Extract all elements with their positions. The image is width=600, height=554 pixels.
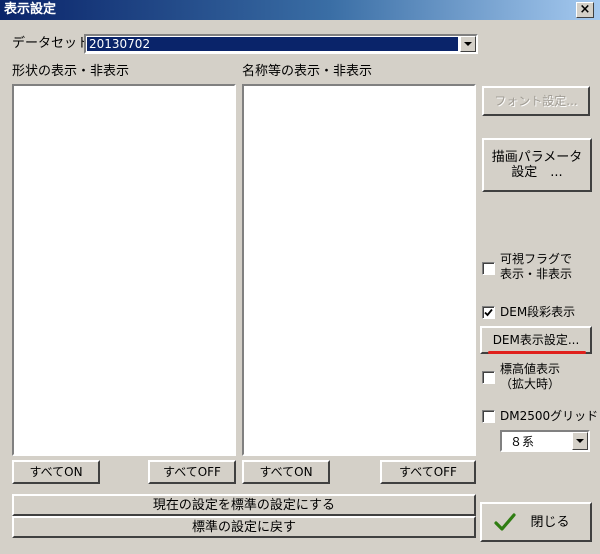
coordinate-system-select[interactable]: ８系: [500, 430, 590, 452]
title-bar[interactable]: [0, 0, 600, 20]
dm2500-grid-checkbox[interactable]: [482, 410, 495, 423]
name-all-on-button[interactable]: すべてON: [242, 460, 330, 484]
draw-parameters-label-line2: 設定 ...: [511, 165, 563, 180]
visibility-flag-label: 可視フラグで 表示・非表示: [500, 252, 572, 282]
dem-color-checkbox[interactable]: [482, 306, 495, 319]
dataset-dropdown-button[interactable]: [460, 36, 476, 52]
dataset-select[interactable]: 20130702: [84, 34, 478, 54]
dem-settings-button[interactable]: DEM表示設定...: [480, 326, 592, 354]
checkmark-icon: [494, 513, 516, 531]
close-button[interactable]: 閉じる: [480, 502, 592, 542]
window-title: 表示設定: [4, 2, 57, 17]
dataset-label: データセット: [12, 36, 91, 51]
elevation-label-line2: （拡大時）: [500, 377, 561, 391]
elevation-label-line1: 標高値表示: [500, 362, 561, 376]
elevation-checkbox[interactable]: [482, 371, 495, 384]
checkmark-icon: [484, 308, 493, 317]
window-close-button[interactable]: ×: [576, 2, 594, 18]
dem-color-label: DEM段彩表示: [500, 305, 576, 319]
restore-default-button[interactable]: 標準の設定に戻す: [12, 516, 476, 538]
name-visibility-label: 名称等の表示・非表示: [242, 64, 373, 79]
name-visibility-list[interactable]: [242, 84, 476, 456]
chevron-down-icon: [464, 42, 472, 46]
visibility-flag-label-line1: 可視フラグで: [500, 252, 573, 266]
system-dropdown-button[interactable]: [572, 432, 588, 450]
visibility-flag-label-line2: 表示・非表示: [500, 267, 573, 281]
elevation-label: 標高値表示 （拡大時）: [500, 362, 560, 392]
draw-parameters-label-line1: 描画パラメータ: [491, 150, 583, 165]
dm2500-grid-label: DM2500グリッド: [500, 409, 599, 423]
shape-all-off-button[interactable]: すべてOFF: [148, 460, 236, 484]
shape-all-on-button[interactable]: すべてON: [12, 460, 100, 484]
close-button-label: 閉じる: [530, 514, 570, 530]
font-settings-button[interactable]: フォント設定...: [482, 86, 590, 116]
highlight-underline: [488, 351, 586, 354]
dataset-selected-value: 20130702: [87, 37, 458, 51]
draw-parameters-button[interactable]: 描画パラメータ 設定 ...: [482, 138, 592, 192]
shape-visibility-list[interactable]: [12, 84, 236, 456]
coordinate-system-value: ８系: [510, 435, 535, 449]
visibility-flag-checkbox[interactable]: [482, 262, 495, 275]
set-as-default-button[interactable]: 現在の設定を標準の設定にする: [12, 494, 476, 516]
shape-visibility-label: 形状の表示・非表示: [12, 64, 130, 79]
name-all-off-button[interactable]: すべてOFF: [380, 460, 476, 484]
chevron-down-icon: [576, 439, 584, 443]
